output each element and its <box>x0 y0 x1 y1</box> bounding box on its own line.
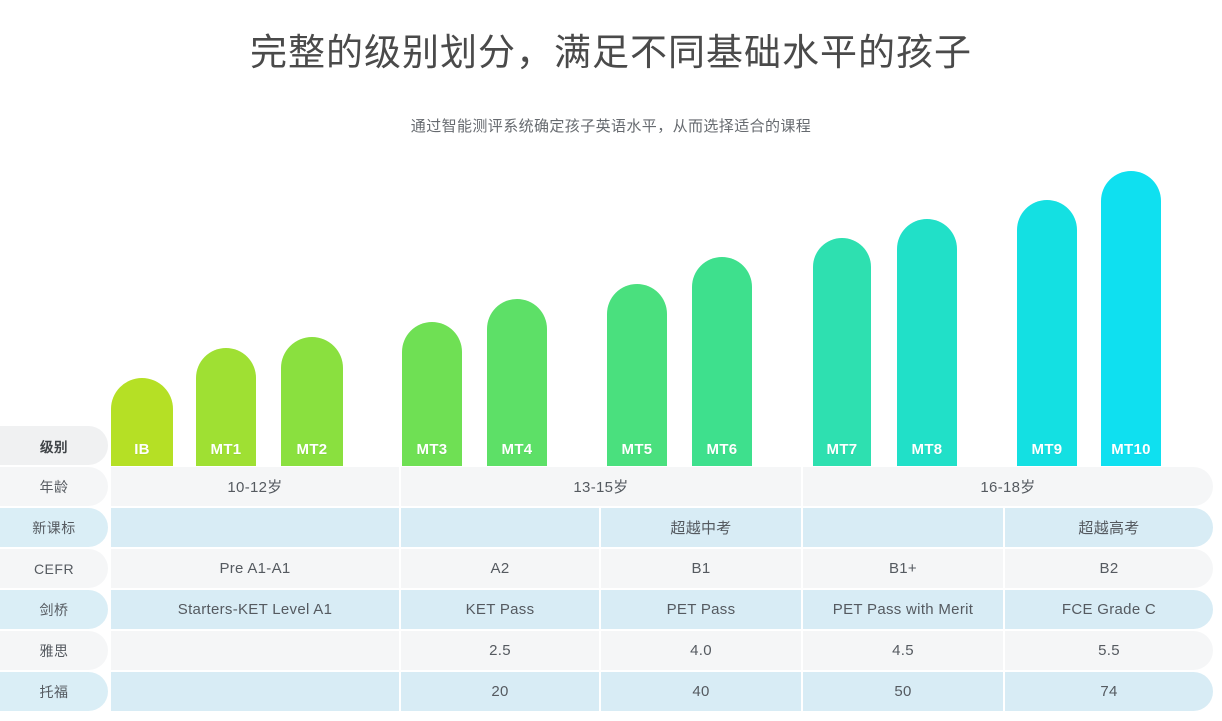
table-cell: 50 <box>803 672 1003 711</box>
table-cell: 74 <box>1005 672 1213 711</box>
table-cell: B1 <box>601 549 801 588</box>
table-cell: 10-12岁 <box>111 467 399 506</box>
table-row: 年龄 10-12岁 13-15岁 16-18岁 <box>0 466 1222 507</box>
table-cell <box>111 508 399 547</box>
table-cell: 超越高考 <box>1005 508 1213 547</box>
table-cell: FCE Grade C <box>1005 590 1213 629</box>
table-row: CEFR Pre A1-A1 A2 B1 B1+ B2 <box>0 548 1222 589</box>
row-label: 剑桥 <box>0 590 108 629</box>
row-label: 新课标 <box>0 508 108 547</box>
table-cell: 超越中考 <box>601 508 801 547</box>
table-cell: B2 <box>1005 549 1213 588</box>
row-label: 托福 <box>0 672 108 711</box>
table-cell: 4.0 <box>601 631 801 670</box>
page-root: 完整的级别划分，满足不同基础水平的孩子 通过智能测评系统确定孩子英语水平，从而选… <box>0 0 1222 721</box>
table-cell: 4.5 <box>803 631 1003 670</box>
table-cell: 2.5 <box>401 631 599 670</box>
table-cell: KET Pass <box>401 590 599 629</box>
row-label: 雅思 <box>0 631 108 670</box>
table-cell: 20 <box>401 672 599 711</box>
row-label: CEFR <box>0 549 108 588</box>
table-cell <box>803 508 1003 547</box>
table-cell: B1+ <box>803 549 1003 588</box>
table-row: 托福 20 40 50 74 <box>0 671 1222 712</box>
level-bar-chart: IB MT1 MT2 MT3 MT4 MT5 MT6 MT7 MT8 MT9 MT10 <box>0 0 1222 466</box>
table-cell: Pre A1-A1 <box>111 549 399 588</box>
level-comparison-table: 级别 年龄 10-12岁 13-15岁 16-18岁 新课标 超越中考 超越高考 CEFR Pre… <box>0 425 1222 712</box>
row-label: 年龄 <box>0 467 108 506</box>
table-cell: 16-18岁 <box>803 467 1213 506</box>
table-cell: PET Pass with Merit <box>803 590 1003 629</box>
table-cell <box>401 508 599 547</box>
table-cell: PET Pass <box>601 590 801 629</box>
table-row: 新课标 超越中考 超越高考 <box>0 507 1222 548</box>
table-cell: Starters-KET Level A1 <box>111 590 399 629</box>
bar-mt10[interactable]: MT10 <box>1101 171 1161 466</box>
table-cell: 5.5 <box>1005 631 1213 670</box>
table-cell <box>111 672 399 711</box>
table-cell: A2 <box>401 549 599 588</box>
table-cell <box>111 631 399 670</box>
table-row: 剑桥 Starters-KET Level A1 KET Pass PET Pass P… <box>0 589 1222 630</box>
row-label: 级别 <box>0 426 108 465</box>
table-row: 雅思 2.5 4.0 4.5 5.5 <box>0 630 1222 671</box>
table-row: 级别 <box>0 425 1222 466</box>
table-cell: 13-15岁 <box>401 467 801 506</box>
table-cell: 40 <box>601 672 801 711</box>
